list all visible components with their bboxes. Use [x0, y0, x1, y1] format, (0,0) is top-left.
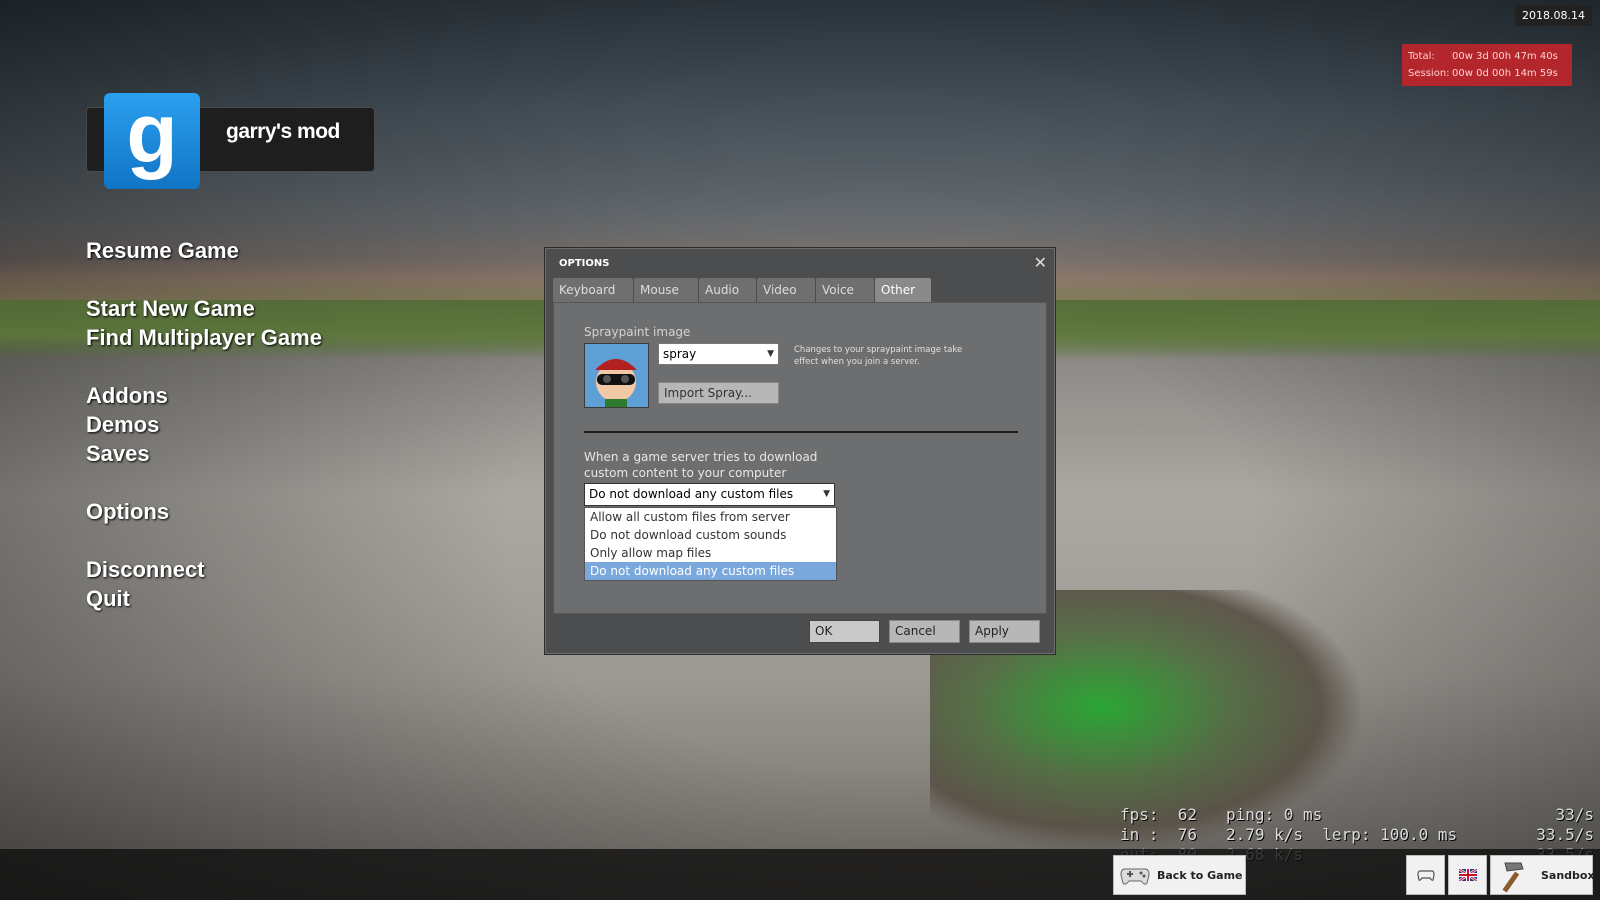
spray-select[interactable]: spray ▼ — [658, 343, 779, 365]
tab-bar: Keyboard Mouse Audio Video Voice Other — [553, 278, 932, 302]
download-select-value: Do not download any custom files — [589, 487, 794, 501]
netgraph-rate-2: 33.5/s — [1536, 825, 1594, 844]
menu-demos[interactable]: Demos — [86, 410, 322, 439]
uk-flag-icon — [1458, 867, 1478, 884]
spray-preview-image — [584, 343, 649, 408]
session-value: 00w 0d 00h 14m 59s — [1452, 68, 1558, 79]
hammer-icon — [1495, 859, 1529, 896]
gamepad-icon — [1120, 863, 1150, 890]
import-spray-button[interactable]: Import Spray... — [658, 382, 779, 404]
back-to-game-label: Back to Game — [1157, 869, 1243, 882]
option-no-sounds[interactable]: Do not download custom sounds — [585, 526, 836, 544]
download-options-list: Allow all custom files from server Do no… — [584, 507, 837, 581]
menu-quit[interactable]: Quit — [86, 584, 322, 613]
session-label: Session: — [1408, 68, 1450, 79]
total-label: Total: — [1408, 51, 1435, 62]
gamemode-sandbox-button[interactable]: Sandbox — [1490, 855, 1595, 896]
main-menu: Resume Game Start New Game Find Multipla… — [86, 236, 322, 613]
sandbox-label: Sandbox — [1541, 869, 1595, 882]
tab-audio[interactable]: Audio — [699, 278, 756, 302]
logo-text: garry's mod — [226, 120, 340, 143]
chevron-down-icon: ▼ — [823, 489, 830, 499]
tab-keyboard[interactable]: Keyboard — [553, 278, 633, 302]
tab-mouse[interactable]: Mouse — [634, 278, 698, 302]
chevron-down-icon: ▼ — [767, 349, 774, 359]
menu-start-new-game[interactable]: Start New Game — [86, 294, 322, 323]
download-label: When a game server tries to download cus… — [584, 450, 818, 480]
divider — [584, 431, 1018, 433]
date-badge: 2018.08.14 — [1515, 5, 1592, 26]
option-map-only[interactable]: Only allow map files — [585, 544, 836, 562]
menu-addons[interactable]: Addons — [86, 381, 322, 410]
apply-button[interactable]: Apply — [969, 620, 1040, 643]
menu-saves[interactable]: Saves — [86, 439, 322, 468]
menu-options[interactable]: Options — [86, 497, 322, 526]
gamepad-icon — [1417, 868, 1435, 885]
menu-resume-game[interactable]: Resume Game — [86, 236, 322, 265]
total-value: 00w 3d 00h 47m 40s — [1452, 51, 1558, 62]
controller-settings-button[interactable] — [1406, 855, 1445, 895]
ok-button[interactable]: OK — [809, 620, 880, 643]
tab-content-other: Spraypaint image spray ▼ Import Spray...… — [553, 302, 1047, 614]
dialog-title: OPTIONS — [559, 258, 610, 269]
options-dialog: OPTIONS ✕ Keyboard Mouse Audio Video Voi… — [544, 247, 1056, 655]
spray-hint: Changes to your spraypaint image take ef… — [794, 345, 963, 367]
option-no-files[interactable]: Do not download any custom files — [585, 562, 836, 580]
menu-find-multiplayer[interactable]: Find Multiplayer Game — [86, 323, 322, 352]
spray-label: Spraypaint image — [584, 325, 691, 339]
download-select[interactable]: Do not download any custom files ▼ — [584, 483, 835, 506]
netgraph-line-1: fps: 62 ping: 0 ms — [1120, 805, 1323, 824]
menu-disconnect[interactable]: Disconnect — [86, 555, 322, 584]
tab-other[interactable]: Other — [875, 278, 931, 302]
tab-video[interactable]: Video — [757, 278, 815, 302]
spray-select-value: spray — [663, 347, 697, 361]
back-to-game-button[interactable]: Back to Game — [1113, 855, 1246, 895]
option-allow-all[interactable]: Allow all custom files from server — [585, 508, 836, 526]
netgraph-line-2: in : 76 2.79 k/s lerp: 100.0 ms — [1120, 825, 1458, 844]
close-icon[interactable]: ✕ — [1034, 253, 1047, 272]
bottom-bar — [0, 849, 1600, 900]
gmod-logo-icon: g — [104, 91, 200, 189]
cancel-button[interactable]: Cancel — [889, 620, 960, 643]
tab-voice[interactable]: Voice — [816, 278, 874, 302]
language-button[interactable] — [1448, 855, 1487, 895]
netgraph-rate-1: 33/s — [1555, 805, 1594, 824]
playtime-box: Total: 00w 3d 00h 47m 40s Session: 00w 0d … — [1402, 44, 1572, 86]
